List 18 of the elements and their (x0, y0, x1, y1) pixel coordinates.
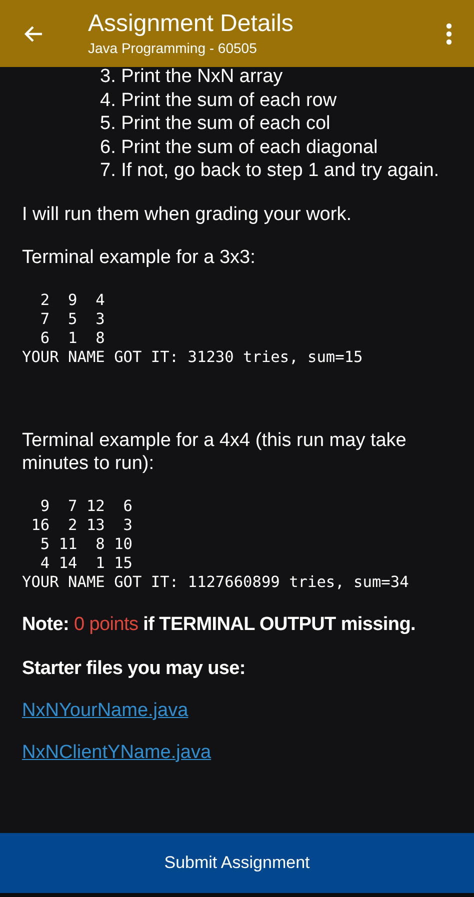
paragraph-text: Terminal example for a 3x3: (22, 246, 256, 268)
step-text: 3. Print the NxN array (100, 65, 284, 88)
paragraph-text: Terminal example for a 4x4 (this run may take minutes to run): (22, 428, 408, 474)
terminal-output: 2 9 4 7 5 3 6 1 8 YOUR NAME GOT IT: 31230 tries, sum=15 (22, 290, 364, 366)
file-link[interactable]: NxNClientYName.java (22, 742, 212, 764)
step-text: 7. If not, go back to step 1 and try again. (100, 159, 440, 182)
submit-assignment-button[interactable]: Submit Assignment (0, 833, 474, 893)
step-text: 5. Print the sum of each col (100, 112, 332, 136)
file-link[interactable]: NxNYourName.java (22, 700, 188, 722)
screen-title: Assignment Details (88, 10, 294, 38)
course-subtitle: Java Programming - 60505 (88, 38, 258, 58)
more-options-icon[interactable] (446, 22, 452, 44)
note-text: Note: 0 points if TERMINAL OUTPUT missing. (22, 614, 417, 636)
step-text: 6. Print the sum of each diagonal (100, 136, 379, 159)
terminal-output: 9 7 12 6 16 2 13 3 5 11 8 10 4 14 1 15 YOUR NAME GOT IT: 1127660899 tries, sum=34 (22, 496, 410, 592)
starter-files-heading: Starter files you may use: (22, 658, 246, 680)
paragraph-text: I will run them when grading your work. (22, 202, 352, 226)
step-text: 4. Print the sum of each row (100, 88, 338, 112)
